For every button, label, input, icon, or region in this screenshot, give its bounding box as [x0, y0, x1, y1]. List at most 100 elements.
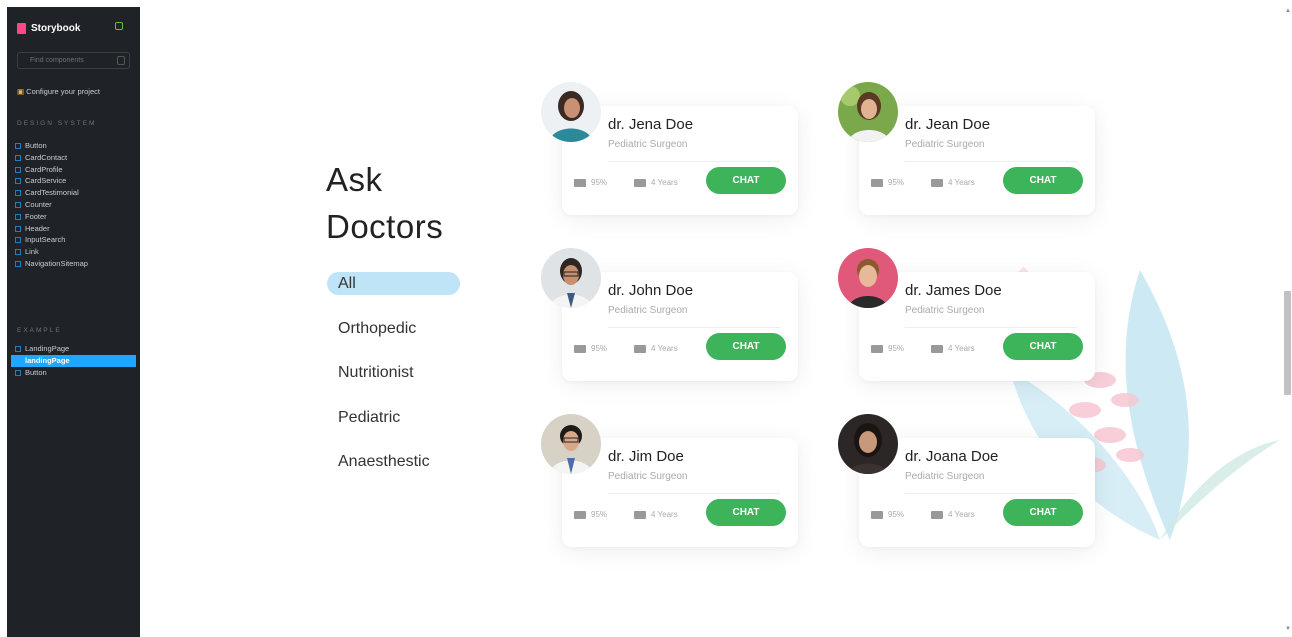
- category-orthopedic[interactable]: Orthopedic: [327, 317, 460, 362]
- doctor-specialty: Pediatric Surgeon: [608, 305, 688, 316]
- doctor-card: dr. Jim Doe Pediatric Surgeon 95% 4 Year…: [541, 414, 798, 547]
- sidebar-item-label: Counter: [25, 199, 52, 209]
- chat-button[interactable]: CHAT: [1003, 499, 1083, 526]
- doctor-card: dr. James Doe Pediatric Surgeon 95% 4 Ye…: [838, 248, 1095, 381]
- rating-stat: 95%: [574, 344, 607, 353]
- component-icon: [15, 166, 21, 173]
- experience-stat: 4 Years: [634, 510, 678, 519]
- sidebar-item-label: InputSearch: [25, 235, 66, 245]
- component-icon: [15, 225, 21, 232]
- doctor-specialty: Pediatric Surgeon: [905, 305, 985, 316]
- search-placeholder: Find components: [30, 57, 84, 64]
- component-icon: [15, 260, 21, 267]
- sidebar-item-label: CardTestimonial: [25, 188, 79, 198]
- sidebar-item-label: landingPage: [25, 355, 70, 365]
- configure-label: Configure your project: [26, 87, 100, 96]
- briefcase-icon: [931, 344, 943, 353]
- page-scrollbar[interactable]: ▲ ▼: [1283, 0, 1292, 637]
- brand-name: Storybook: [31, 23, 81, 34]
- sidebar-item-cardtestimonial[interactable]: CardTestimonial: [11, 187, 136, 199]
- sidebar-item-cardcontact[interactable]: CardContact: [11, 152, 136, 164]
- card-divider: [905, 161, 1077, 162]
- chat-button[interactable]: CHAT: [1003, 167, 1083, 194]
- experience-stat: 4 Years: [931, 344, 975, 353]
- doctor-card: dr. Joana Doe Pediatric Surgeon 95% 4 Ye…: [838, 414, 1095, 547]
- doctor-avatar: [541, 414, 601, 474]
- card-divider: [905, 327, 1077, 328]
- search-input[interactable]: Find components: [17, 52, 130, 69]
- sidebar-item-button[interactable]: Button: [11, 140, 136, 152]
- chat-button[interactable]: CHAT: [706, 499, 786, 526]
- sidebar-item-cardprofile[interactable]: CardProfile: [11, 164, 136, 176]
- doctor-name: dr. Jean Doe: [905, 116, 991, 133]
- thumbs-up-icon: [574, 344, 586, 353]
- component-icon: [15, 237, 21, 244]
- doctor-card: dr. John Doe Pediatric Surgeon 95% 4 Yea…: [541, 248, 798, 381]
- category-all[interactable]: All: [327, 272, 460, 295]
- briefcase-icon: [634, 510, 646, 519]
- thumbs-up-icon: [574, 178, 586, 187]
- doctor-avatar: [541, 82, 601, 142]
- sidebar-item-counter[interactable]: Counter: [11, 199, 136, 211]
- group-heading-example[interactable]: EXAMPLE: [17, 326, 117, 335]
- scroll-up-icon[interactable]: ▲: [1285, 8, 1291, 14]
- scroll-down-icon[interactable]: ▼: [1285, 626, 1291, 632]
- sidebar-item-label: NavigationSitemap: [25, 258, 88, 268]
- rating-stat: 95%: [574, 510, 607, 519]
- briefcase-icon: [931, 510, 943, 519]
- external-link-icon[interactable]: [115, 22, 123, 30]
- doctor-name: dr. John Doe: [608, 282, 694, 299]
- experience-value: 4 Years: [948, 510, 975, 519]
- experience-stat: 4 Years: [634, 344, 678, 353]
- sidebar-item-landingpage-story[interactable]: landingPage: [11, 354, 136, 367]
- rating-value: 95%: [591, 510, 608, 519]
- doctor-name: dr. Jim Doe: [608, 448, 684, 465]
- card-divider: [608, 327, 780, 328]
- experience-stat: 4 Years: [931, 510, 975, 519]
- component-icon: [15, 143, 21, 149]
- sidebar-item-label: Header: [25, 223, 50, 233]
- briefcase-icon: [931, 178, 943, 187]
- scrollbar-thumb[interactable]: [1284, 291, 1291, 395]
- doctor-name: dr. Jena Doe: [608, 116, 694, 133]
- experience-value: 4 Years: [651, 178, 678, 187]
- doctor-name: dr. Joana Doe: [905, 448, 999, 465]
- rating-stat: 95%: [574, 178, 607, 187]
- page-title: Ask Doctors: [326, 156, 443, 250]
- sidebar-item-cardservice[interactable]: CardService: [11, 175, 136, 187]
- group-heading-design-system[interactable]: DESIGN SYSTEM: [17, 119, 117, 128]
- doctor-name: dr. James Doe: [905, 282, 1002, 299]
- component-icon: [15, 369, 21, 376]
- briefcase-icon: [634, 344, 646, 353]
- thumbs-up-icon: [871, 344, 883, 353]
- chat-button[interactable]: CHAT: [706, 167, 786, 194]
- experience-stat: 4 Years: [634, 178, 678, 187]
- sidebar-item-button-example[interactable]: Button: [11, 367, 136, 379]
- category-nutritionist[interactable]: Nutritionist: [327, 361, 460, 406]
- configure-project-link[interactable]: ▣ Configure your project: [17, 87, 100, 96]
- thumbs-up-icon: [574, 510, 586, 519]
- sidebar-item-inputsearch[interactable]: InputSearch: [11, 234, 136, 246]
- category-pediatric[interactable]: Pediatric: [327, 406, 460, 451]
- experience-stat: 4 Years: [931, 178, 975, 187]
- sidebar-item-footer[interactable]: Footer: [11, 211, 136, 223]
- rating-stat: 95%: [871, 178, 904, 187]
- rating-value: 95%: [888, 178, 905, 187]
- sidebar-item-link[interactable]: Link: [11, 246, 136, 258]
- chat-button[interactable]: CHAT: [1003, 333, 1083, 360]
- category-anaesthestic[interactable]: Anaesthestic: [327, 450, 460, 495]
- sidebar-item-navigationsitemap[interactable]: NavigationSitemap: [11, 258, 136, 270]
- component-icon: [15, 201, 21, 208]
- storybook-logo[interactable]: Storybook: [17, 23, 80, 34]
- briefcase-icon: [634, 178, 646, 187]
- storybook-logo-icon: [17, 23, 26, 34]
- rating-value: 95%: [888, 344, 905, 353]
- doctor-card: dr. Jean Doe Pediatric Surgeon 95% 4 Yea…: [838, 82, 1095, 215]
- chat-button[interactable]: CHAT: [706, 333, 786, 360]
- page: Storybook Find components ▣ Configure yo…: [0, 0, 1292, 637]
- storybook-sidebar: Storybook Find components ▣ Configure yo…: [7, 7, 140, 637]
- sidebar-item-header[interactable]: Header: [11, 223, 136, 235]
- sidebar-item-landingpage-folder[interactable]: LandingPage: [11, 343, 136, 355]
- shortcut-key-icon: [117, 56, 125, 65]
- experience-value: 4 Years: [948, 178, 975, 187]
